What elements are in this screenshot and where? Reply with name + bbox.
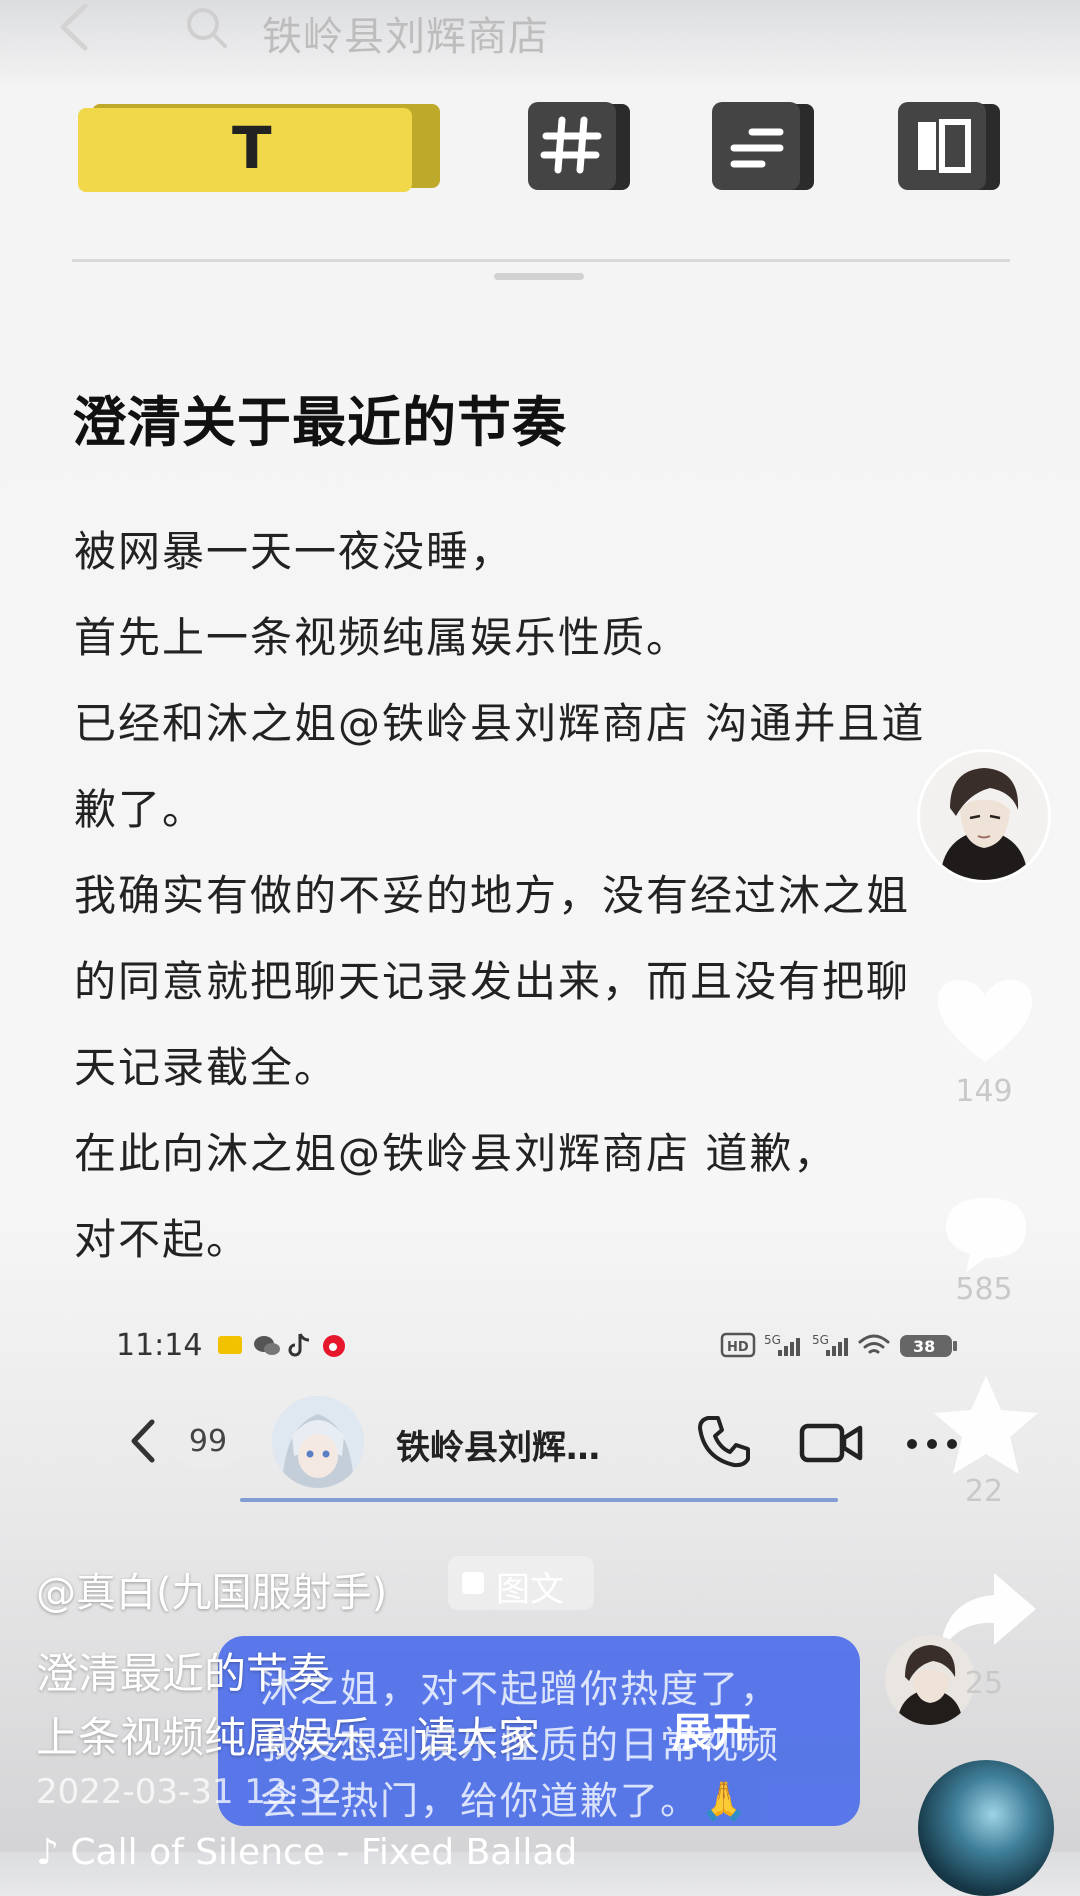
phone-call-icon[interactable] (694, 1412, 754, 1472)
post-date: 2022-03-31 13:32 (36, 1772, 343, 1812)
note-line[interactable]: 我确实有做的不妥的地方，没有经过沐之姐 (74, 862, 910, 923)
favorite-star-icon[interactable] (928, 1370, 1044, 1482)
note-line[interactable]: 歉了。 (74, 776, 206, 837)
music-title[interactable]: ♪ Call of Silence - Fixed Ballad (36, 1832, 577, 1873)
notification-icons (218, 1333, 345, 1357)
caption-line[interactable]: 澄清最近的节奏 (36, 1640, 330, 1701)
search-query-text[interactable]: 铁岭县刘辉商店 (262, 4, 549, 62)
like-heart-icon[interactable] (930, 970, 1040, 1070)
expand-caption-button[interactable]: 展开 (672, 1700, 752, 1758)
contact-avatar[interactable] (272, 1396, 364, 1488)
favorite-count: 22 (964, 1474, 1004, 1509)
note-line[interactable]: 被网暴一天一夜没睡， (74, 518, 514, 579)
system-status-icons: HD 5G 5G 38 (720, 1332, 957, 1358)
svg-text:5G: 5G (812, 1333, 829, 1347)
contact-name[interactable]: 铁岭县刘辉… (396, 1420, 600, 1469)
note-title[interactable]: 澄清关于最近的节奏 (72, 378, 567, 457)
unread-count-badge[interactable]: 99 (174, 1415, 242, 1469)
text-style-button[interactable]: T (78, 100, 444, 192)
battery-level: 38 (913, 1337, 935, 1356)
note-line[interactable]: 的同意就把聊天记录发出来，而且没有把聊 (74, 948, 910, 1009)
author-name[interactable]: @真白(九国服射手) (36, 1560, 387, 1618)
video-call-icon[interactable] (798, 1418, 864, 1468)
tiktok-icon (288, 1333, 310, 1357)
wechat-icon (254, 1336, 280, 1355)
music-disc-icon[interactable] (918, 1760, 1054, 1896)
align-button[interactable] (712, 100, 816, 192)
creator-avatar[interactable] (920, 752, 1048, 880)
comment-icon[interactable] (936, 1188, 1036, 1278)
chat-back-icon[interactable] (126, 1416, 160, 1466)
wifi-icon (858, 1334, 890, 1354)
svg-text:HD: HD (727, 1340, 749, 1355)
layout-button[interactable] (898, 100, 1002, 192)
note-line[interactable]: 已经和沐之姐@铁岭县刘辉商店 沟通并且道 (74, 690, 925, 751)
note-line[interactable]: 对不起。 (74, 1206, 250, 1267)
search-icon[interactable] (185, 6, 229, 50)
note-line[interactable]: 天记录截全。 (74, 1034, 338, 1095)
note-line[interactable]: 首先上一条视频纯属娱乐性质。 (74, 604, 690, 665)
post-type-label: 图文 (496, 1570, 564, 1610)
chat-header-underline (240, 1498, 838, 1502)
toolbar-divider (72, 259, 1010, 262)
share-count: 25 (964, 1666, 1004, 1701)
post-type-badge: 图文 (448, 1556, 594, 1610)
note-line[interactable]: 在此向沐之姐@铁岭县刘辉商店 道歉， (74, 1120, 837, 1181)
svg-text:5G: 5G (764, 1333, 781, 1347)
caption-line[interactable]: 上条视频纯属娱乐，请大家 (36, 1704, 540, 1765)
like-count: 149 (955, 1074, 1013, 1109)
status-time: 11:14 (116, 1328, 203, 1363)
drag-handle[interactable] (494, 273, 584, 280)
hashtag-button[interactable] (528, 100, 632, 192)
back-arrow-icon[interactable] (55, 2, 95, 52)
text-style-label: T (232, 114, 272, 182)
comment-count: 585 (955, 1272, 1013, 1307)
image-text-icon (462, 1572, 484, 1594)
